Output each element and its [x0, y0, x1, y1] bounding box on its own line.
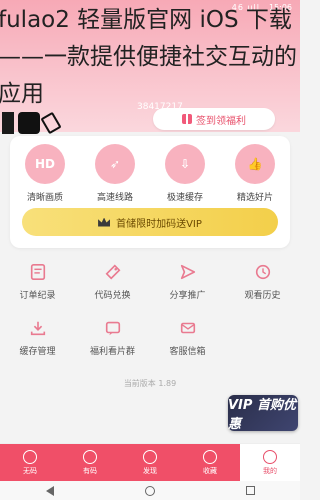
tab-label: 收藏	[203, 466, 217, 475]
menu-item-history[interactable]: 观看历史	[225, 262, 300, 310]
profile-icon	[263, 449, 277, 464]
menu-item-label: 福利看片群	[89, 347, 135, 357]
group-icon	[103, 318, 123, 338]
square-icon	[83, 449, 97, 464]
cache-icon	[28, 318, 48, 338]
menu-item-label: 订单纪录	[19, 291, 56, 301]
checkin-button[interactable]: 签到领福利	[153, 108, 275, 130]
quick-action-label: 高速线路	[96, 193, 133, 203]
avatar[interactable]	[2, 111, 62, 135]
quick-action-hd[interactable]: HD 清晰画质	[13, 144, 77, 203]
tab-label: 无码	[23, 466, 37, 475]
menu-item-cache[interactable]: 缓存管理	[0, 318, 75, 366]
quick-action-label: 清晰画质	[26, 193, 63, 203]
menu-item-label: 分享推广	[169, 291, 206, 301]
menu-item-label: 客服信箱	[169, 347, 206, 357]
vip-banner-label: 首储限时加码送VIP	[116, 218, 202, 230]
rocket-icon: ➶	[95, 144, 135, 184]
tab-uncensored[interactable]: 无码	[0, 444, 60, 481]
menu-item-redeem[interactable]: 代码兑换	[75, 262, 150, 310]
tab-label: 我的	[263, 466, 277, 475]
menu-row: 订单纪录 代码兑换 分享推广 观看历史	[0, 262, 300, 310]
quick-action-picks[interactable]: 👍 精选好片	[223, 144, 287, 203]
tab-label: 有码	[83, 466, 97, 475]
menu-item-empty	[225, 318, 300, 366]
menu-item-label: 代码兑换	[94, 291, 131, 301]
quick-action-label: 极速缓存	[166, 193, 203, 203]
tab-favorites[interactable]: 收藏	[180, 444, 240, 481]
hd-icon: HD	[25, 144, 65, 184]
edit-icon	[40, 111, 62, 135]
menu-item-label: 观看历史	[244, 291, 281, 301]
vip-promo-button[interactable]: VIP 首购优惠	[228, 395, 298, 432]
system-nav-bar	[0, 481, 300, 500]
quick-actions-row: HD 清晰画质 ➶ 高速线路 ⇩ 极速缓存 👍 精选好片	[10, 144, 290, 203]
mail-icon	[178, 318, 198, 338]
avatar-image	[18, 112, 40, 134]
redeem-icon	[103, 262, 123, 282]
avatar-decoration	[2, 112, 14, 134]
menu-item-label: 缓存管理	[19, 347, 56, 357]
menu-row: 缓存管理 福利看片群 客服信箱	[0, 318, 300, 366]
status-bar: 46 ull 15:06	[0, 0, 300, 18]
menu-grid: 订单纪录 代码兑换 分享推广 观看历史 缓存管理 福利看片群 客服信箱	[0, 262, 300, 374]
menu-item-mail[interactable]: 客服信箱	[150, 318, 225, 366]
menu-item-orders[interactable]: 订单纪录	[0, 262, 75, 310]
menu-item-share[interactable]: 分享推广	[150, 262, 225, 310]
download-icon: ⇩	[165, 144, 205, 184]
back-icon[interactable]	[45, 485, 54, 496]
thumbs-up-icon: 👍	[235, 144, 275, 184]
tab-label: 发现	[143, 466, 157, 475]
tab-discover[interactable]: 发现	[120, 444, 180, 481]
order-icon	[28, 262, 48, 282]
tab-censored[interactable]: 有码	[60, 444, 120, 481]
share-icon	[178, 262, 198, 282]
quick-action-cache[interactable]: ⇩ 极速缓存	[153, 144, 217, 203]
tab-profile[interactable]: 我的	[240, 444, 300, 481]
bottom-tab-bar: 无码 有码 发现 收藏 我的	[0, 443, 300, 481]
menu-item-group[interactable]: 福利看片群	[75, 318, 150, 366]
recent-apps-icon[interactable]	[245, 486, 255, 495]
home-icon[interactable]	[144, 485, 155, 496]
discover-icon	[143, 449, 157, 464]
crown-icon	[98, 217, 111, 227]
gift-icon	[182, 114, 192, 124]
history-icon	[253, 262, 273, 282]
vip-banner-button[interactable]: 首储限时加码送VIP	[22, 208, 278, 236]
quick-actions-card: HD 清晰画质 ➶ 高速线路 ⇩ 极速缓存 👍 精选好片 首储限时加码送VIP	[10, 136, 290, 248]
checkin-label: 签到领福利	[196, 115, 246, 127]
quick-action-label: 精选好片	[236, 193, 273, 203]
quick-action-fast-line[interactable]: ➶ 高速线路	[83, 144, 147, 203]
circle-icon	[23, 449, 37, 464]
heart-icon	[203, 449, 217, 464]
version-text: 当前版本 1.89	[123, 379, 177, 388]
network-indicator: 46 ull	[231, 3, 260, 12]
status-time: 15:06	[268, 3, 292, 12]
